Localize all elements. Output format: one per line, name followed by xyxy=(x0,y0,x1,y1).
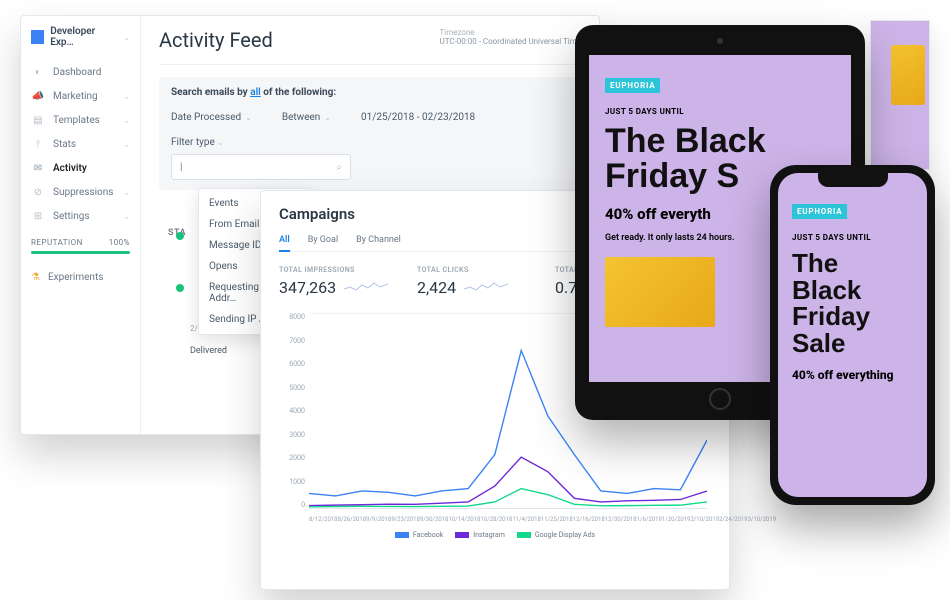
chevron-down-icon: ⌄ xyxy=(123,92,130,101)
sidebar-item-activity[interactable]: ✉Activity xyxy=(21,156,140,180)
legend-item[interactable]: Facebook xyxy=(395,531,443,539)
stat-label: TOTAL IMPRESSIONS xyxy=(279,266,389,274)
legend-swatch-icon xyxy=(455,532,469,538)
tab-by-goal[interactable]: By Goal xyxy=(308,235,338,245)
phone-screen: EUPHORIA JUST 5 DAYS UNTIL The Black Fri… xyxy=(778,173,927,497)
search-filter-card: Search emails by all of the following: D… xyxy=(159,77,581,190)
promo-image-placeholder xyxy=(605,257,715,327)
promo-subhead: 40% off everything xyxy=(792,368,913,382)
timezone-display: Timezone UTC-00:00 - Coordinated Univers… xyxy=(440,28,581,46)
brand-logo-icon xyxy=(31,30,44,44)
stat-card: TOTAL CLICKS 2,424 xyxy=(417,266,527,297)
search-header: Search emails by all of the following: xyxy=(171,87,569,98)
background-preview-card xyxy=(870,20,930,170)
sidebar-item-experiments[interactable]: ⚗ Experiments xyxy=(21,264,140,291)
sidebar-item-suppressions[interactable]: ⊘Suppressions⌄ xyxy=(21,180,140,204)
tablet-camera-icon xyxy=(717,38,723,44)
legend-item[interactable]: Instagram xyxy=(455,531,505,539)
stat-label: TOTAL CLICKS xyxy=(417,266,527,274)
reputation-value: 100% xyxy=(109,238,130,247)
chevron-down-icon: ⌄ xyxy=(123,140,130,149)
promo-badge: EUPHORIA xyxy=(792,204,847,219)
brand-selector[interactable]: Developer Exp… ⌄ xyxy=(21,26,140,60)
event-status: Delivered xyxy=(190,346,227,356)
legend-swatch-icon xyxy=(395,532,409,538)
nav-icon: ◐ xyxy=(31,66,45,78)
chart-series-instagram xyxy=(309,457,707,506)
filter-date-range[interactable]: 01/25/2018 - 02/23/2018 xyxy=(361,112,475,123)
chevron-down-icon: ⌄ xyxy=(324,113,331,122)
stat-value: 347,263 xyxy=(279,278,336,297)
promo-eyebrow: JUST 5 DAYS UNTIL xyxy=(605,107,835,116)
tab-all[interactable]: All xyxy=(279,235,290,252)
brand-name: Developer Exp… xyxy=(50,26,117,48)
phone-notch xyxy=(818,173,888,187)
sidebar-item-marketing[interactable]: 📣Marketing⌄ xyxy=(21,84,140,108)
sparkline-icon xyxy=(344,279,388,293)
filter-search-input[interactable]: | ⌕ xyxy=(171,154,351,180)
filter-field-select[interactable]: Date Processed⌄ xyxy=(171,112,252,123)
timezone-value: UTC-00:00 - Coordinated Universal Time xyxy=(440,37,581,46)
legend-item[interactable]: Google Display Ads xyxy=(517,531,595,539)
nav-icon: 📣 xyxy=(31,90,45,102)
nav-icon: ⫯ xyxy=(31,138,45,150)
reputation-label: REPUTATION xyxy=(31,238,83,247)
sidebar: Developer Exp… ⌄ ◐Dashboard📣Marketing⌄▤T… xyxy=(21,16,141,434)
reputation-meter: REPUTATION 100% xyxy=(21,228,140,264)
tablet-home-button[interactable] xyxy=(709,388,731,410)
status-dot-icon xyxy=(176,284,184,292)
sparkline-icon xyxy=(464,279,508,293)
chevron-down-icon: ⌄ xyxy=(123,212,130,221)
chevron-down-icon: ⌄ xyxy=(123,188,130,197)
search-icon: ⌕ xyxy=(336,162,342,173)
phone-device-frame: EUPHORIA JUST 5 DAYS UNTIL The Black Fri… xyxy=(770,165,935,505)
status-dot-icon xyxy=(176,232,184,240)
legend-swatch-icon xyxy=(517,532,531,538)
promo-badge: EUPHORIA xyxy=(605,78,660,93)
nav-icon: ✉ xyxy=(31,162,45,174)
tab-by-channel[interactable]: By Channel xyxy=(356,235,401,245)
chevron-down-icon: ⌄ xyxy=(123,33,130,42)
chevron-down-icon: ⌄ xyxy=(245,113,252,122)
sidebar-item-dashboard[interactable]: ◐Dashboard xyxy=(21,60,140,84)
sidebar-item-settings[interactable]: ⊞Settings⌄ xyxy=(21,204,140,228)
stat-value: 2,424 xyxy=(417,278,456,297)
filter-type-label: Filter type ⌄ xyxy=(171,137,569,148)
promo-eyebrow: JUST 5 DAYS UNTIL xyxy=(792,233,913,242)
nav-icon: ▤ xyxy=(31,114,45,126)
experiments-label: Experiments xyxy=(48,272,103,283)
timezone-label: Timezone xyxy=(440,28,581,37)
status-dots xyxy=(176,232,184,292)
search-mode-toggle[interactable]: all xyxy=(250,87,261,98)
filter-operator-select[interactable]: Between⌄ xyxy=(282,112,331,123)
reputation-bar xyxy=(31,251,130,254)
nav-icon: ⊘ xyxy=(31,186,45,198)
nav-icon: ⊞ xyxy=(31,210,45,222)
chevron-down-icon: ⌄ xyxy=(123,116,130,125)
beaker-icon: ⚗ xyxy=(31,272,40,283)
stat-card: TOTAL IMPRESSIONS 347,263 xyxy=(279,266,389,297)
promo-headline: The Black Friday Sale xyxy=(792,250,913,356)
sidebar-item-templates[interactable]: ▤Templates⌄ xyxy=(21,108,140,132)
sidebar-item-stats[interactable]: ⫯Stats⌄ xyxy=(21,132,140,156)
page-title: Activity Feed xyxy=(159,28,273,52)
